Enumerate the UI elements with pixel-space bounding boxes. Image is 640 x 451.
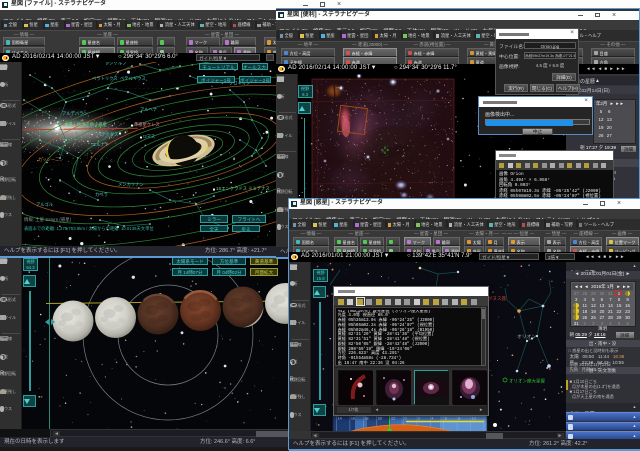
svg-text:ッジケルフ: ッジケルフ — [105, 62, 126, 66]
svg-text:1Sエンケラドス ※ミテナス: 1Sエンケラドス ※ミテナス — [216, 185, 270, 192]
svg-text:10: 10 — [471, 416, 475, 420]
svg-text:準惑星ケレス: 準惑星ケレス — [134, 121, 160, 128]
svg-text:オリオン座大星雲: オリオン座大星雲 — [509, 377, 545, 384]
svg-text:16: 16 — [350, 416, 354, 420]
svg-text:0: 0 — [404, 416, 406, 420]
svg-text:2: 2 — [417, 416, 419, 420]
svg-text:土星: 土星 — [200, 145, 209, 151]
svg-text:18: 18 — [364, 416, 368, 420]
svg-text:6: 6 — [444, 416, 446, 420]
svg-text:ベテルギウス: ベテルギウス — [120, 75, 146, 82]
svg-text:14: 14 — [337, 416, 341, 420]
svg-text:22: 22 — [391, 416, 395, 420]
svg-text:4: 4 — [431, 416, 433, 420]
svg-text:8: 8 — [458, 416, 460, 420]
svg-text:アルデバラン: アルデバラン — [62, 110, 88, 117]
svg-text:太陽・地球近傍小惑星: 太陽・地球近傍小惑星 — [64, 121, 108, 128]
svg-text:ペテイダス: ペテイダス — [97, 131, 118, 138]
svg-text:オリオン: オリオン — [517, 334, 536, 340]
svg-text:20: 20 — [377, 416, 381, 420]
svg-text:アルゴル: アルゴル — [36, 201, 54, 208]
